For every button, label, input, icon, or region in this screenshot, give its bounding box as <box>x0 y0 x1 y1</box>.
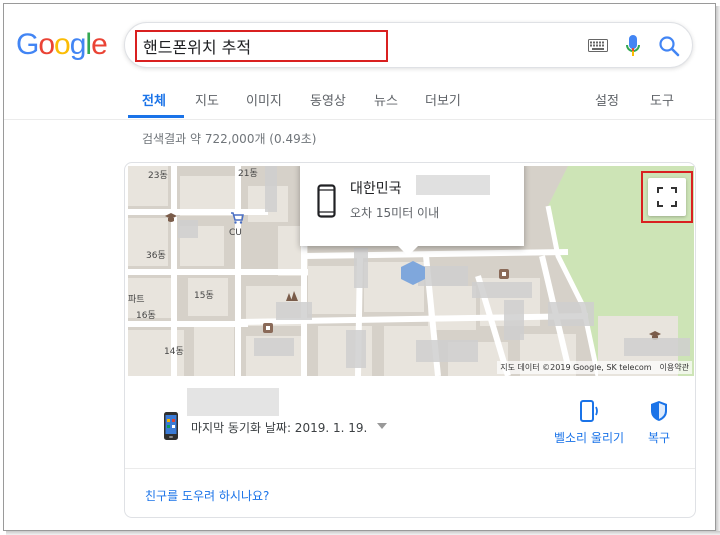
active-tab-indicator <box>128 115 184 118</box>
logo-letter: o <box>54 28 71 61</box>
street-label: 36동 <box>146 251 166 261</box>
blurred-area <box>346 330 366 368</box>
street-label: 파트 <box>128 295 145 305</box>
ring-device-button[interactable]: 벨소리 울리기 <box>547 399 631 446</box>
poi-label: CU <box>229 228 242 238</box>
logo-letter: g <box>69 28 87 61</box>
search-tabs: 전체 지도 이미지 동영상 뉴스 더보기 설정 도구 <box>4 86 715 120</box>
tab-tools[interactable]: 도구 <box>650 90 674 109</box>
blurred-area <box>276 302 312 320</box>
landmark-icon <box>286 291 298 301</box>
last-sync-text: 마지막 동기화 날짜: 2019. 1. 19. <box>191 421 368 435</box>
frame-shadow <box>716 6 720 535</box>
blurred-area <box>548 302 594 326</box>
microphone-icon[interactable] <box>625 34 641 58</box>
popup-arrow <box>398 246 418 256</box>
blurred-area <box>504 300 524 340</box>
blurred-area <box>178 220 198 238</box>
street-label: 15동 <box>194 291 214 301</box>
logo-letter: G <box>16 28 39 61</box>
dropdown-arrow-icon[interactable] <box>377 423 387 429</box>
blurred-area <box>624 338 690 356</box>
blurred-area <box>265 166 277 212</box>
search-box[interactable] <box>124 22 693 68</box>
street-label: 23동 <box>148 171 168 181</box>
recover-label: 복구 <box>647 431 671 445</box>
school-icon <box>165 213 177 222</box>
help-friend-link[interactable]: 친구를 도우려 하시나요? <box>145 487 269 504</box>
shopping-cart-icon <box>231 212 244 224</box>
map[interactable]: 23동 21동 CU 36동 15동 파트 16동 14동 대한민국 오차 15… <box>128 166 694 376</box>
fullscreen-highlight <box>641 171 693 223</box>
blurred-area <box>416 340 478 362</box>
street-label: 21동 <box>238 169 258 179</box>
blurred-area <box>472 282 532 298</box>
search-input[interactable] <box>135 30 388 62</box>
tab-all[interactable]: 전체 <box>142 90 166 109</box>
result-stats: 검색결과 약 722,000개 (0.49초) <box>142 132 317 146</box>
search-icon[interactable] <box>658 35 680 57</box>
tab-maps[interactable]: 지도 <box>195 90 219 109</box>
popup-country: 대한민국 <box>350 181 402 197</box>
device-location-marker[interactable] <box>399 259 427 287</box>
fullscreen-button[interactable] <box>648 178 686 216</box>
street-label: 14동 <box>164 347 184 357</box>
device-info-popup: 대한민국 오차 15미터 이내 <box>300 166 524 246</box>
device-row: 마지막 동기화 날짜: 2019. 1. 19. 벨소리 울리기 복구 <box>125 377 695 469</box>
tab-news[interactable]: 뉴스 <box>374 90 398 109</box>
logo-letter: e <box>91 28 108 61</box>
tab-settings[interactable]: 설정 <box>595 90 619 109</box>
terms-link[interactable]: 이용약관 <box>660 363 689 372</box>
blurred-area <box>254 338 294 356</box>
frame-shadow <box>6 531 720 535</box>
device-name-redacted <box>187 388 279 416</box>
popup-accuracy: 오차 15미터 이내 <box>350 206 440 220</box>
map-attribution: 지도 데이터 ©2019 Google, SK telecom 이용약관 <box>497 361 692 374</box>
blurred-area <box>416 175 490 195</box>
blurred-area <box>354 248 368 288</box>
find-my-device-card: 23동 21동 CU 36동 15동 파트 16동 14동 대한민국 오차 15… <box>124 162 696 518</box>
map-attribution-text: 지도 데이터 ©2019 Google, SK telecom <box>500 363 652 372</box>
google-logo[interactable]: Google <box>16 28 108 62</box>
place-marker-icon <box>499 269 509 279</box>
fullscreen-icon <box>657 187 677 207</box>
keyboard-icon[interactable] <box>588 39 608 52</box>
tab-images[interactable]: 이미지 <box>246 90 282 109</box>
tab-videos[interactable]: 동영상 <box>310 90 346 109</box>
ring-phone-icon <box>580 400 598 422</box>
recover-button[interactable]: 복구 <box>635 399 683 446</box>
logo-letter: o <box>38 28 55 61</box>
tab-more[interactable]: 더보기 <box>425 90 461 109</box>
phone-outline-icon <box>317 184 336 218</box>
browser-frame: Google 전체 지도 이미지 동영상 뉴스 더보기 설정 <box>3 3 716 531</box>
street-label: 16동 <box>136 311 156 321</box>
shield-icon <box>651 401 667 421</box>
phone-icon <box>164 412 178 440</box>
place-marker-icon <box>263 323 273 333</box>
ring-device-label: 벨소리 울리기 <box>553 431 625 445</box>
